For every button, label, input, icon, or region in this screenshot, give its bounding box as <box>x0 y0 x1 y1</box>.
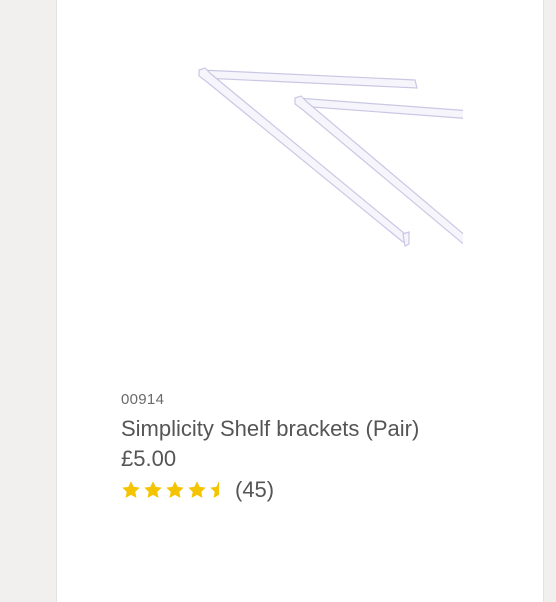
product-title[interactable]: Simplicity Shelf brackets (Pair) <box>121 415 541 443</box>
product-sku: 00914 <box>121 391 165 408</box>
half-star-icon <box>209 480 229 500</box>
star-rating <box>121 480 229 500</box>
star-icon <box>143 480 163 500</box>
product-price: £5.00 <box>121 446 177 471</box>
product-image[interactable] <box>141 64 463 284</box>
product-card[interactable]: 00914 Simplicity Shelf brackets (Pair) £… <box>56 0 544 602</box>
review-count[interactable]: (45) <box>235 476 274 504</box>
star-icon <box>187 480 207 500</box>
product-rating[interactable]: (45) <box>121 476 541 504</box>
product-info: 00914 Simplicity Shelf brackets (Pair) £… <box>121 390 541 504</box>
star-icon <box>121 480 141 500</box>
star-icon <box>165 480 185 500</box>
